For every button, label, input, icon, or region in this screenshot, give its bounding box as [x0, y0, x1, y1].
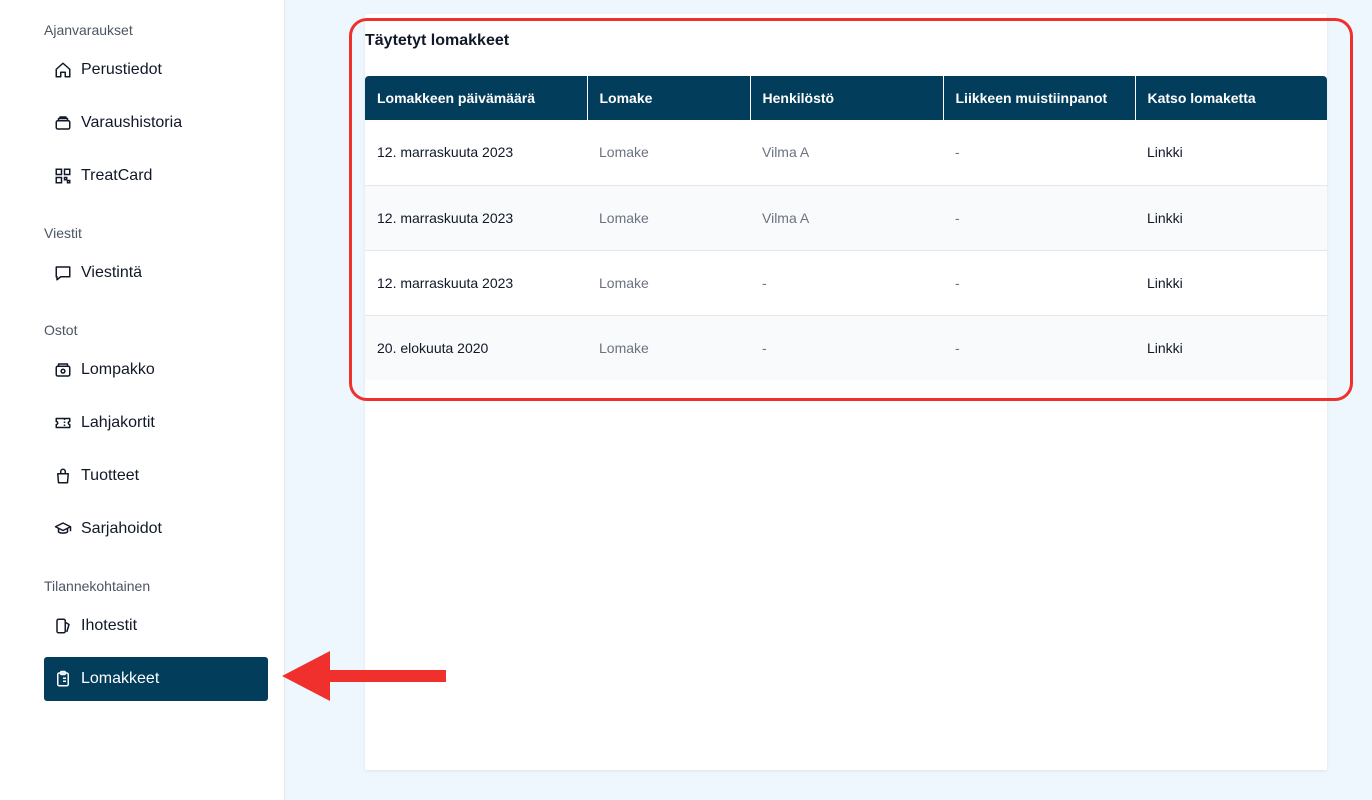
table-row: 12. marraskuuta 2023 Lomake Vilma A - Li…	[365, 185, 1327, 251]
view-form-link[interactable]: Linkki	[1135, 315, 1327, 380]
wallet-icon	[53, 360, 73, 380]
sidebar-item-viestinta[interactable]: Viestintä	[44, 251, 268, 295]
sidebar-item-label: Ihotestit	[81, 617, 138, 634]
chat-icon	[53, 263, 73, 283]
table-row: 12. marraskuuta 2023 Lomake - - Linkki	[365, 250, 1327, 316]
annotation-arrow-icon	[282, 651, 446, 701]
sidebar-item-label: Lomakkeet	[81, 670, 160, 687]
section-title-viestit: Viestit	[44, 225, 82, 241]
clipboard-icon	[53, 669, 73, 689]
column-header: Lomakkeen päivämäärä	[365, 76, 588, 120]
sidebar-item-treatcard[interactable]: TreatCard	[44, 154, 268, 198]
form-date: 12. marraskuuta 2023	[365, 185, 587, 251]
sidebar-item-ihotestit[interactable]: Ihotestit	[44, 604, 268, 648]
sidebar-item-lahjakortit[interactable]: Lahjakortit	[44, 401, 268, 445]
forms-card: Täytetyt lomakkeet Lomakkeen päivämäärä …	[365, 14, 1327, 770]
view-form-link[interactable]: Linkki	[1135, 250, 1327, 316]
form-date: 20. elokuuta 2020	[365, 315, 587, 380]
ticket-icon	[53, 413, 73, 433]
form-name: Lomake	[587, 120, 750, 186]
sidebar-item-label: Lompakko	[81, 361, 155, 378]
sidebar-item-lomakkeet[interactable]: Lomakkeet	[44, 657, 268, 701]
form-name: Lomake	[587, 315, 750, 380]
sidebar-item-label: TreatCard	[81, 167, 153, 184]
form-staff: -	[750, 250, 943, 316]
sidebar-item-sarjahoidot[interactable]: Sarjahoidot	[44, 507, 268, 551]
section-title-tilannekohtainen: Tilannekohtainen	[44, 578, 151, 594]
column-header: Liikkeen muistiinpanot	[943, 76, 1136, 120]
view-form-link[interactable]: Linkki	[1135, 185, 1327, 251]
form-notes: -	[943, 250, 1135, 316]
form-staff: -	[750, 315, 943, 380]
form-date: 12. marraskuuta 2023	[365, 250, 587, 316]
column-header: Katso lomaketta	[1135, 76, 1327, 120]
form-name: Lomake	[587, 250, 750, 316]
table-header-row: Lomakkeen päivämäärä Lomake Henkilöstö L…	[365, 76, 1327, 120]
sidebar-item-label: Lahjakortit	[81, 414, 155, 431]
form-notes: -	[943, 315, 1135, 380]
form-date: 12. marraskuuta 2023	[365, 120, 587, 186]
sidebar-item-lompakko[interactable]: Lompakko	[44, 348, 268, 392]
home-icon	[53, 60, 73, 80]
sidebar-item-label: Perustiedot	[81, 61, 162, 78]
sidebar-item-label: Sarjahoidot	[81, 520, 162, 537]
page-title: Täytetyt lomakkeet	[365, 32, 510, 49]
sidebar: Ajanvaraukset Perustiedot Varaushistoria…	[0, 0, 285, 800]
graduation-cap-icon	[53, 519, 73, 539]
sidebar-item-perustiedot[interactable]: Perustiedot	[44, 48, 268, 92]
sidebar-item-label: Varaushistoria	[81, 114, 183, 131]
sidebar-item-label: Viestintä	[81, 264, 143, 281]
archive-icon	[53, 113, 73, 133]
form-notes: -	[943, 185, 1135, 251]
shopping-bag-icon	[53, 466, 73, 486]
form-staff: Vilma A	[750, 185, 943, 251]
sidebar-item-tuotteet[interactable]: Tuotteet	[44, 454, 268, 498]
view-form-link[interactable]: Linkki	[1135, 120, 1327, 186]
form-staff: Vilma A	[750, 120, 943, 186]
qr-code-icon	[53, 166, 73, 186]
table-row: 20. elokuuta 2020 Lomake - - Linkki	[365, 315, 1327, 380]
forms-table: Lomakkeen päivämäärä Lomake Henkilöstö L…	[365, 76, 1327, 380]
column-header: Lomake	[587, 76, 751, 120]
column-header: Henkilöstö	[750, 76, 944, 120]
sidebar-item-varaushistoria[interactable]: Varaushistoria	[44, 101, 268, 145]
form-name: Lomake	[587, 185, 750, 251]
form-notes: -	[943, 120, 1135, 186]
section-title-ostot: Ostot	[44, 322, 78, 338]
skin-test-icon	[53, 616, 73, 636]
section-title-ajanvaraukset: Ajanvaraukset	[44, 22, 133, 38]
sidebar-item-label: Tuotteet	[81, 467, 140, 484]
table-row: 12. marraskuuta 2023 Lomake Vilma A - Li…	[365, 120, 1327, 186]
